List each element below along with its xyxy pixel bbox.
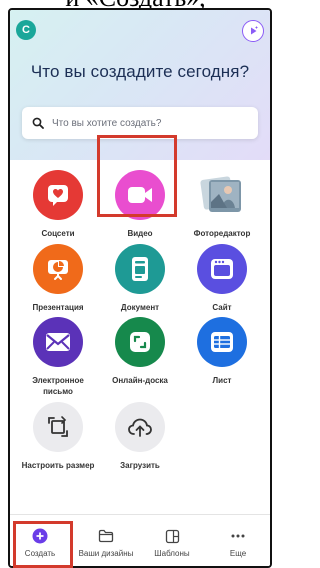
email-circle: [33, 317, 83, 367]
tile-custom-size[interactable]: Настроить размер: [16, 402, 100, 471]
social-circle: [33, 170, 83, 220]
website-icon: [211, 259, 233, 279]
tile-label: Сайт: [212, 303, 232, 312]
nav-label: Шаблоны: [154, 549, 190, 558]
tile-email[interactable]: Электронное письмо: [16, 317, 100, 397]
tile-website[interactable]: Сайт: [180, 244, 264, 313]
heart-icon: [48, 185, 68, 206]
tile-sheet[interactable]: Лист: [180, 317, 264, 386]
nav-more[interactable]: Еще: [208, 515, 268, 566]
nav-your-designs[interactable]: Ваши дизайны: [76, 515, 136, 566]
tile-presentation[interactable]: Презентация: [16, 244, 100, 313]
tile-label: Электронное письмо: [32, 376, 84, 396]
custom-size-circle: [33, 402, 83, 452]
tile-whiteboard[interactable]: Онлайн-доска: [98, 317, 182, 386]
photo-editor-thumb: [197, 170, 247, 220]
tile-label: Фоторедактор: [193, 229, 251, 238]
sheet-circle: [197, 317, 247, 367]
tile-label: Загрузить: [120, 461, 160, 470]
tile-upload[interactable]: Загрузить: [98, 402, 182, 471]
website-circle: [197, 244, 247, 294]
nav-label: Ваши дизайны: [78, 549, 134, 558]
page-title: Что вы создадите сегодня?: [30, 62, 250, 81]
tile-label: Онлайн-доска: [112, 376, 168, 385]
tile-socials[interactable]: Соцсети: [16, 170, 100, 239]
photo-stack-icon: [200, 176, 241, 212]
presentation-circle: [33, 244, 83, 294]
sheet-icon: [211, 332, 233, 352]
envelope-icon: [46, 333, 70, 351]
tile-label: Презентация: [32, 303, 84, 312]
nav-templates[interactable]: Шаблоны: [142, 515, 202, 566]
templates-icon: [165, 529, 179, 543]
avatar[interactable]: С: [16, 20, 36, 40]
tile-label: Соцсети: [41, 229, 75, 238]
tile-document[interactable]: Документ: [98, 244, 182, 313]
cloud-upload-icon: [128, 418, 152, 437]
tile-photo-editor[interactable]: Фоторедактор: [180, 170, 264, 239]
whiteboard-circle: [115, 317, 165, 367]
resize-icon: [48, 416, 68, 437]
tile-label: Документ: [120, 303, 160, 312]
phone-screen: С Что вы создадите сегодня? Что вы хотит…: [8, 8, 272, 568]
tile-label: Настроить размер: [21, 461, 95, 470]
magic-play-icon: [251, 26, 258, 35]
magic-button[interactable]: [242, 20, 264, 42]
whiteboard-icon: [130, 332, 150, 352]
nav-label: Еще: [229, 549, 247, 558]
create-highlight-box: [13, 521, 73, 568]
more-dots-icon: [231, 534, 245, 538]
search-placeholder: Что вы хотите создать?: [52, 117, 162, 129]
document-icon: [132, 257, 148, 281]
tile-label: Видео: [127, 229, 153, 238]
tile-label: Лист: [212, 376, 232, 385]
video-highlight-box: [97, 135, 177, 217]
document-circle: [115, 244, 165, 294]
upload-circle: [115, 402, 165, 452]
folder-icon: [98, 529, 114, 543]
search-icon: [32, 117, 44, 129]
presentation-chart-icon: [48, 260, 68, 280]
